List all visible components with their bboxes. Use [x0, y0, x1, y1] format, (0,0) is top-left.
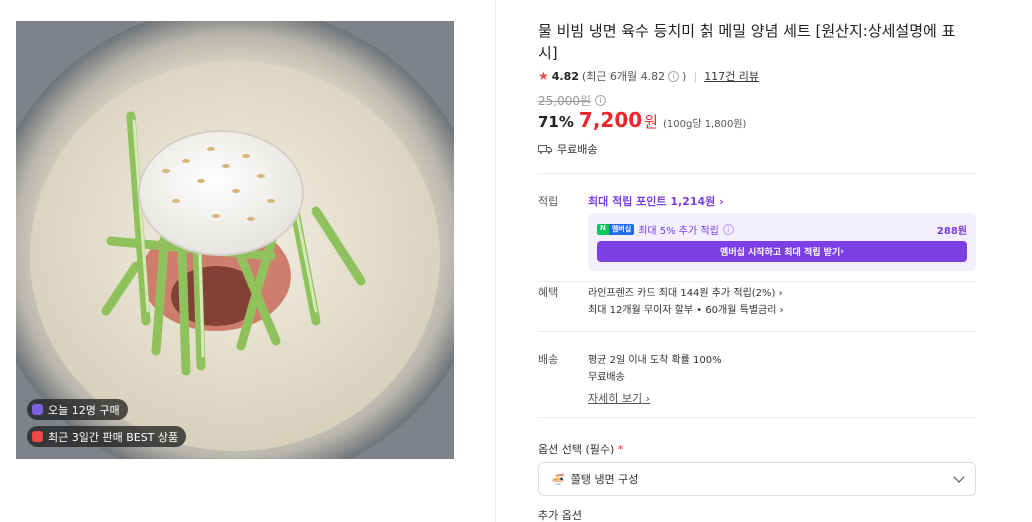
option-label-text: 옵션 선택 (필수): [538, 443, 615, 456]
product-title: 물 비빔 냉면 육수 등치미 칡 메밀 양념 세트 [원산지:상세설명에 표시]: [538, 22, 956, 62]
rating-recent: (최근 6개월 4.82: [581, 70, 666, 83]
star-icon: ★: [538, 69, 549, 83]
unit-price: (100g당 1,800원): [662, 119, 747, 130]
npay-logo-membership: 멤버십: [608, 224, 635, 235]
npay-row: N 멤버십 최대 5% 추가 적립 i 288원: [597, 222, 967, 237]
price-currency: 원: [644, 113, 658, 131]
free-shipping-text: 무료배송: [557, 143, 598, 156]
best-seller-text: 최근 3일간 판매 BEST 상품: [48, 430, 179, 444]
delivery-fee: 무료배송: [588, 372, 625, 383]
truck-icon: [538, 145, 552, 154]
installment-benefit-link[interactable]: 최대 12개월 무이자 할부 • 60개월 특별금리 ›: [588, 301, 784, 316]
option-label: 옵션 선택 (필수) *: [538, 441, 623, 457]
delivery-label: 배송: [538, 353, 559, 366]
chevron-right-icon: ›: [778, 288, 783, 299]
rating-score: 4.82: [551, 69, 579, 83]
start-membership-label: 멤버십 시작하고 최대 적립 받기: [720, 248, 841, 258]
section-divider: [538, 417, 976, 418]
price-info-icon[interactable]: i: [595, 95, 607, 106]
installment-benefit-text: 최대 12개월 무이자 할부 • 60개월 특별금리: [588, 305, 777, 316]
bag-icon: [32, 404, 43, 415]
npay-extra-text: 최대 5% 추가 적립: [638, 226, 719, 237]
option-select[interactable]: 🍜 쫄탱 냉면 구성: [538, 462, 976, 496]
original-price: 25,000원: [538, 94, 592, 108]
best-seller-badge: 최근 3일간 판매 BEST 상품: [27, 426, 187, 447]
noodle-bowl-icon: 🍜: [551, 472, 565, 486]
product-image[interactable]: [16, 21, 454, 459]
chevron-right-icon: ›: [840, 246, 844, 257]
required-mark: *: [617, 443, 624, 456]
card-benefit-text: 라인프렌즈 카드 최대 144원 추가 적립(2%): [588, 288, 776, 299]
max-point-link[interactable]: 최대 적립 포인트 1,214원 ›: [588, 193, 724, 209]
npay-logo-n: N: [597, 224, 609, 235]
today-purchase-text: 오늘 12명 구매: [48, 403, 120, 417]
npay-membership-box: N 멤버십 최대 5% 추가 적립 i 288원 멤버십 시작하고 최대 적립 …: [588, 213, 976, 271]
today-purchase-badge: 오늘 12명 구매: [27, 399, 128, 420]
product-page: 오늘 12명 구매 최근 3일간 판매 BEST 상품 물 비빔 냉면 육수 등…: [0, 0, 1032, 522]
free-shipping: 무료배송: [538, 141, 597, 157]
max-point-text: 최대 적립 포인트 1,214원: [588, 195, 716, 208]
original-price-row: 25,000원 i: [538, 92, 607, 109]
option-selected-value: 쫄탱 냉면 구성: [570, 473, 639, 486]
points-label: 적립: [538, 195, 559, 208]
gift-icon: [32, 431, 43, 442]
chevron-right-icon: ›: [645, 392, 651, 405]
chevron-right-icon: ›: [719, 195, 724, 208]
rating-recent-close: ): [682, 69, 687, 83]
info-icon[interactable]: i: [668, 70, 680, 82]
benefits-label: 혜택: [538, 286, 559, 299]
review-link[interactable]: 117건 리뷰: [704, 68, 759, 84]
npay-logo: N 멤버십: [597, 224, 635, 235]
chevron-right-icon: ›: [779, 305, 784, 316]
rating-row: ★ 4.82 (최근 6개월 4.82 i) | 117건 리뷰: [538, 68, 759, 84]
section-divider: [538, 173, 976, 174]
start-membership-button[interactable]: 멤버십 시작하고 최대 적립 받기 ›: [597, 241, 967, 262]
delivery-eta: 평균 2일 이내 도착 확률 100%: [588, 355, 722, 366]
chevron-down-icon: [953, 471, 965, 483]
divider: |: [693, 69, 698, 83]
card-benefit-link[interactable]: 라인프렌즈 카드 최대 144원 추가 적립(2%) ›: [588, 284, 783, 299]
npay-info-icon[interactable]: i: [722, 224, 734, 235]
panel-divider: [495, 0, 496, 522]
sale-price: 7,200: [578, 108, 643, 132]
section-divider: [538, 331, 976, 332]
delivery-details-link[interactable]: 자세히 보기 ›: [588, 390, 650, 406]
section-divider: [538, 281, 976, 282]
discount-rate: 71%: [538, 113, 574, 131]
extra-option-label: 추가 옵션: [538, 509, 582, 522]
price-row: 71% 7,200 원 (100g당 1,800원): [538, 108, 746, 132]
npay-amount: 288원: [936, 226, 967, 237]
delivery-details-text: 자세히 보기: [588, 392, 643, 405]
